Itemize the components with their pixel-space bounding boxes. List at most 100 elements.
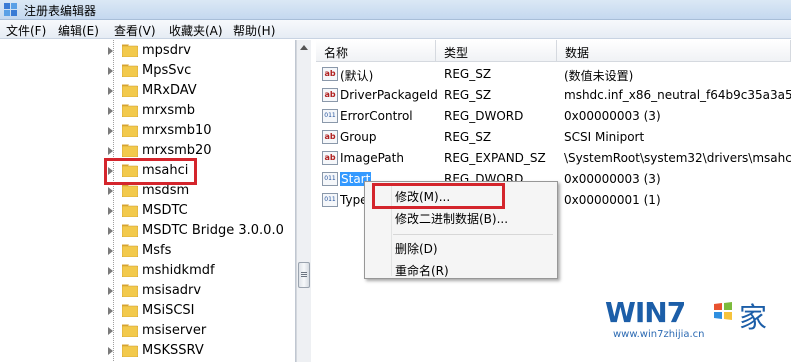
registry-editor-icon [4,3,17,16]
tree-item-label: MSKSSRV [142,343,204,358]
registry-key-tree[interactable]: mpsdrv MpsSvc MRxDAV mrxsmb mrxsmb10 mrxsmb20… [0,40,296,362]
tree-item[interactable]: MRxDAV [0,81,295,101]
menu-bar: 文件(F) 编辑(E) 查看(V) 收藏夹(A) 帮助(H) [0,20,791,39]
tree-item[interactable]: MSDTC [0,201,295,221]
value-row[interactable]: ab (默认) REG_SZ (数值未设置) [316,64,791,85]
value-type: REG_EXPAND_SZ [444,151,546,165]
value-type: REG_SZ [444,67,492,81]
tree-selection-highlight [104,158,197,185]
menu-edit[interactable]: 编辑(E) [58,22,99,39]
value-row[interactable]: ab DriverPackageId REG_SZ mshdc.inf_x86_neu… [316,85,791,106]
expand-arrow-icon[interactable] [108,107,113,115]
folder-icon [122,84,138,97]
tree-item-label: msdsm [142,183,190,198]
folder-icon [122,284,138,297]
expand-arrow-icon[interactable] [108,287,113,295]
folder-icon [122,104,138,117]
value-data: 0x00000001 (1) [564,193,661,207]
value-row[interactable]: ab Group REG_SZ SCSI Miniport [316,127,791,148]
tree-item[interactable]: msisadrv [0,281,295,301]
tree-item-label: mshidkmdf [142,263,215,278]
column-header-data[interactable]: 数据 [557,40,791,62]
folder-icon [122,304,138,317]
tree-item[interactable]: mrxsmb10 [0,121,295,141]
folder-icon [122,44,138,57]
menu-help[interactable]: 帮助(H) [233,22,275,39]
value-row[interactable]: 011 ErrorControl REG_DWORD 0x00000003 (3) [316,106,791,127]
value-name: DriverPackageId [340,88,438,102]
expand-arrow-icon[interactable] [108,127,113,135]
expand-arrow-icon[interactable] [108,67,113,75]
expand-arrow-icon[interactable] [108,147,113,155]
tree-item[interactable]: MSiSCSI [0,301,295,321]
folder-icon [122,224,138,237]
folder-icon [122,64,138,77]
expand-arrow-icon[interactable] [108,207,113,215]
tree-item[interactable]: mpsdrv [0,41,295,61]
tree-item-label: MpsSvc [142,63,192,78]
value-row[interactable]: ab ImagePath REG_EXPAND_SZ \SystemRoot\syst… [316,148,791,169]
watermark: WIN7 家 www.win7zhijia.cn [605,296,791,362]
value-name: ImagePath [340,151,404,165]
tree-item[interactable]: MpsSvc [0,61,295,81]
expand-arrow-icon[interactable] [108,87,113,95]
tree-item-label: MSDTC [142,203,188,218]
menu-favorites[interactable]: 收藏夹(A) [169,22,223,39]
expand-arrow-icon[interactable] [108,307,113,315]
folder-icon [122,244,138,257]
string-value-icon: ab [322,67,338,81]
expand-arrow-icon[interactable] [108,347,113,355]
value-type: REG_SZ [444,88,492,102]
string-value-icon: ab [322,88,338,102]
watermark-url: www.win7zhijia.cn [613,329,705,340]
context-menu-highlight [372,183,505,209]
folder-icon [122,124,138,137]
expand-arrow-icon[interactable] [108,247,113,255]
context-menu-rename[interactable]: 重命名(R) [395,262,449,282]
context-menu-delete[interactable]: 删除(D) [395,240,438,260]
value-data: SCSI Miniport [564,130,645,144]
string-value-icon: ab [322,151,338,165]
context-menu-modify-binary[interactable]: 修改二进制数据(B)... [395,210,508,230]
scroll-thumb[interactable] [298,262,310,288]
watermark-logo: WIN7 [605,296,686,329]
expand-arrow-icon[interactable] [108,267,113,275]
menu-file[interactable]: 文件(F) [6,22,46,39]
value-data: \SystemRoot\system32\drivers\msahci. [564,151,791,165]
tree-item[interactable]: mrxsmb [0,101,295,121]
scroll-up-icon[interactable] [300,45,308,50]
tree-item-label: mpsdrv [142,43,191,58]
value-type: REG_SZ [444,130,492,144]
dword-value-icon: 011 [322,109,338,123]
tree-item[interactable]: Msfs [0,241,295,261]
tree-item[interactable]: mshidkmdf [0,261,295,281]
tree-item[interactable]: MSKSSRV [0,341,295,361]
tree-item[interactable]: msiserver [0,321,295,341]
column-header-name[interactable]: 名称 [316,40,436,62]
folder-icon [122,144,138,157]
tree-item-label: msiserver [142,323,207,338]
expand-arrow-icon[interactable] [108,227,113,235]
value-data: mshdc.inf_x86_neutral_f64b9c35a3a5be [564,88,791,102]
dword-value-icon: 011 [322,172,338,186]
menu-view[interactable]: 查看(V) [114,22,156,39]
title-bar: 注册表编辑器 [0,0,791,20]
value-name: Group [340,130,377,144]
expand-arrow-icon[interactable] [108,187,113,195]
folder-icon [122,324,138,337]
tree-item-label: MSiSCSI [142,303,195,318]
expand-arrow-icon[interactable] [108,47,113,55]
folder-icon [122,204,138,217]
column-header-type-label: 类型 [444,46,469,60]
value-name: ErrorControl [340,109,413,123]
tree-item[interactable]: MSDTC Bridge 3.0.0.0 [0,221,295,241]
value-name: (默认) [340,69,374,83]
tree-scrollbar[interactable] [296,40,311,362]
column-header-type[interactable]: 类型 [436,40,557,62]
window-title: 注册表编辑器 [24,4,97,18]
string-value-icon: ab [322,130,338,144]
dword-value-icon: 011 [322,193,338,207]
tree-item-label: Msfs [142,243,172,258]
expand-arrow-icon[interactable] [108,327,113,335]
value-data: 0x00000003 (3) [564,172,661,186]
